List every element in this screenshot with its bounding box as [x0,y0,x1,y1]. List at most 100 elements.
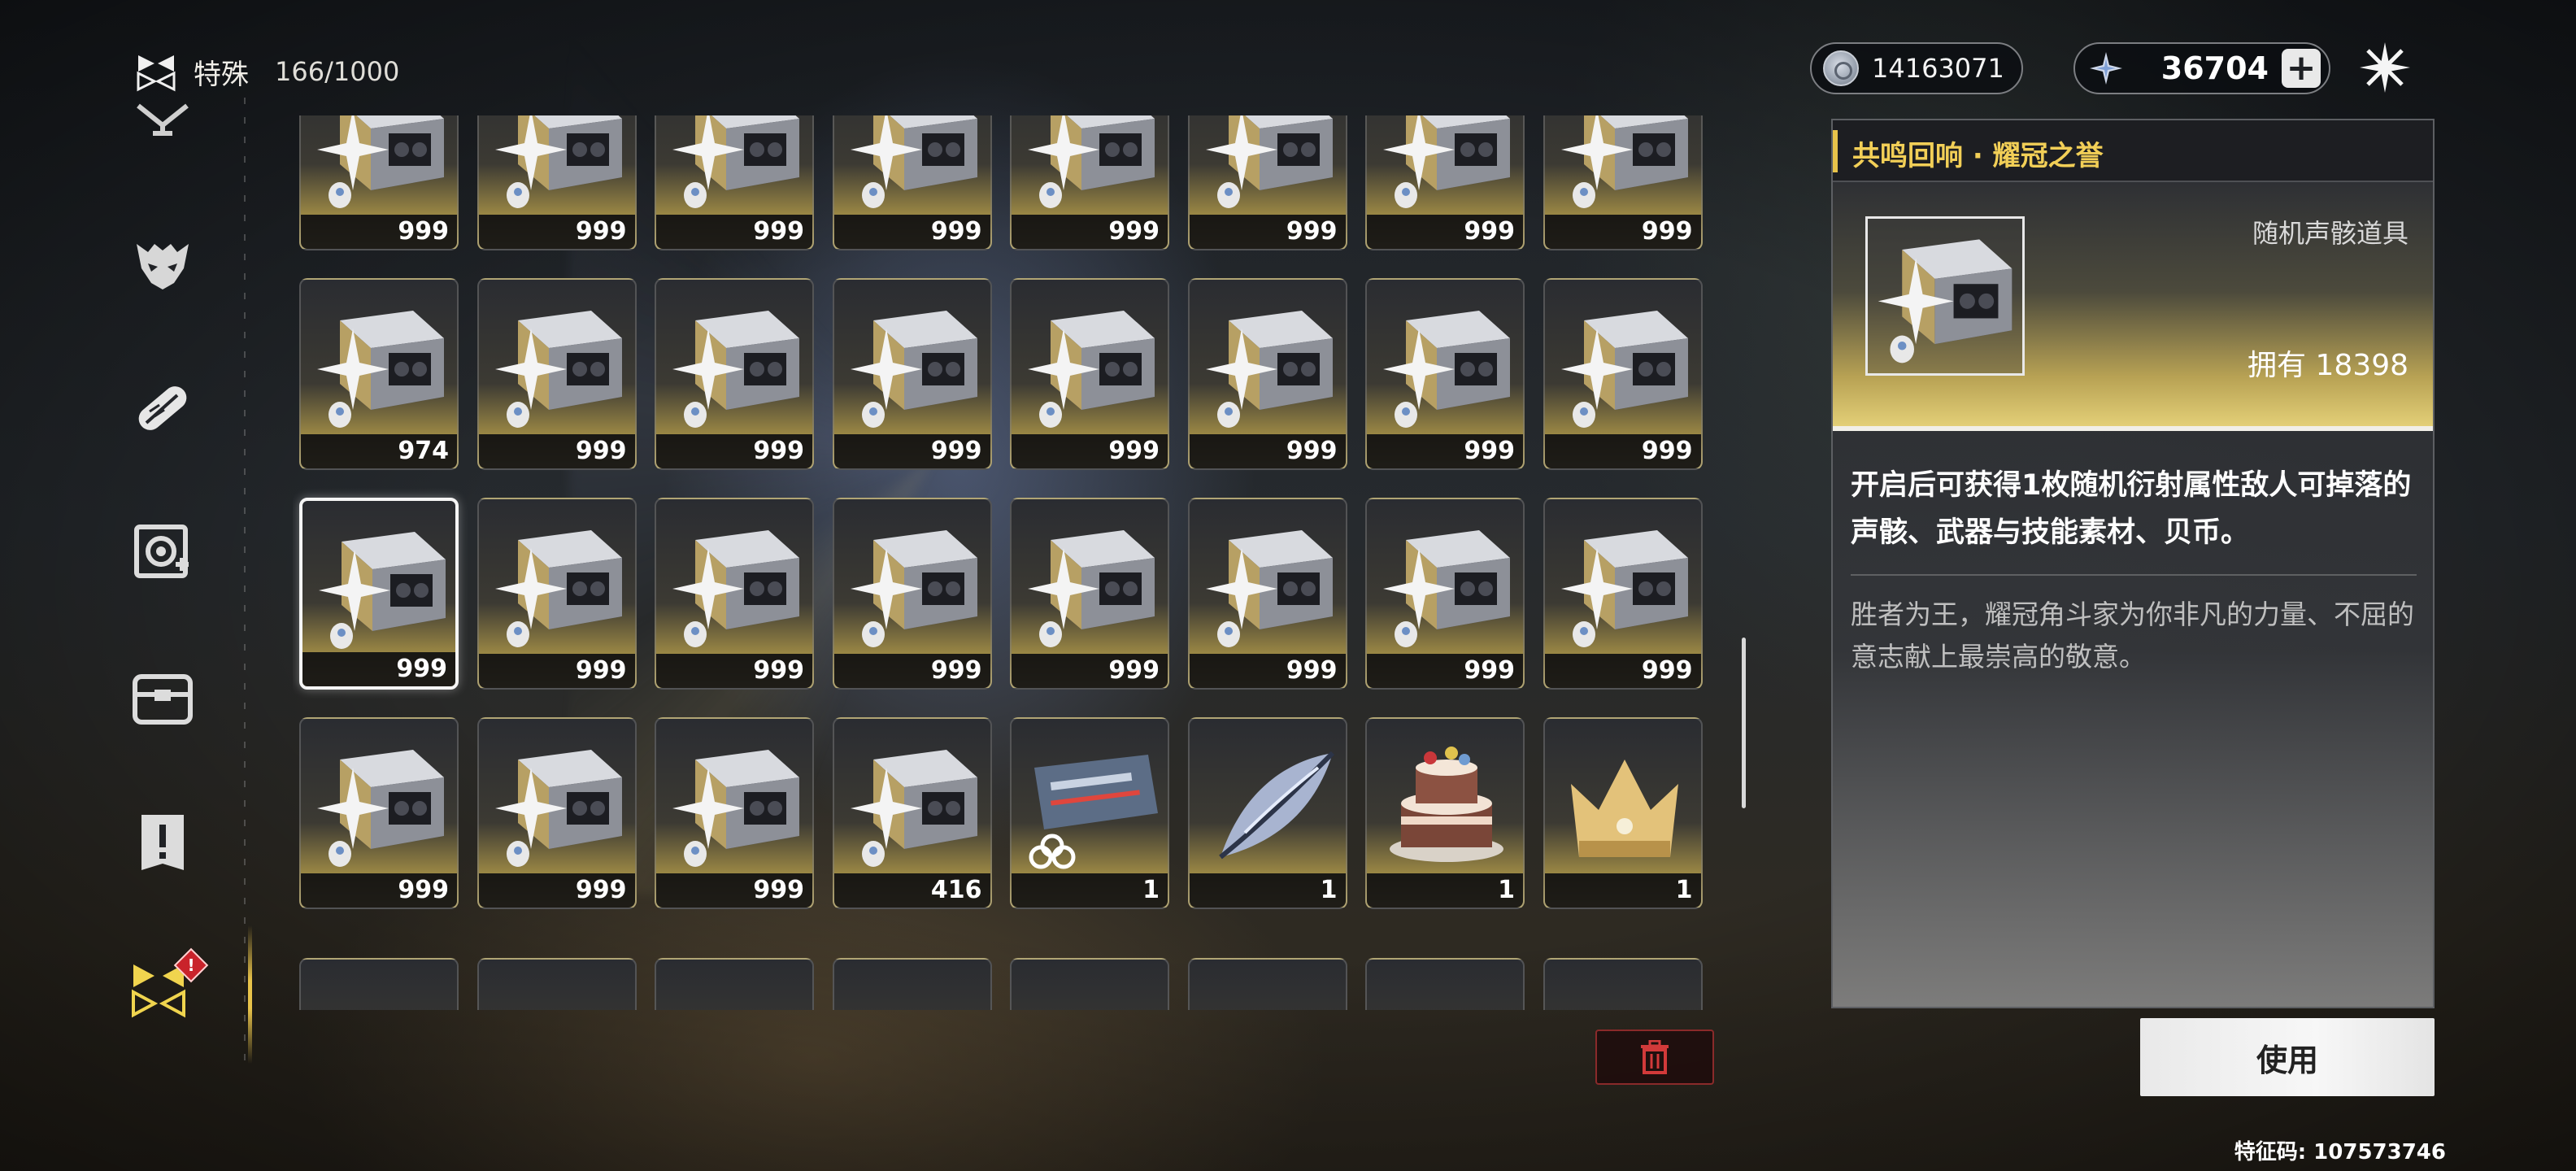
echo-crate-icon [850,311,977,428]
echo-crate-icon [1205,530,1333,647]
inventory-item-slot[interactable]: 999 [832,278,992,470]
item-quantity: 1 [1498,876,1515,904]
astrite-star-icon [2090,52,2122,85]
detail-title-bar: 共鸣回响 · 耀冠之誉 [1833,120,2433,182]
astrite-value: 36704 [2160,50,2269,86]
item-quantity: 999 [575,437,627,465]
inventory-item-slot[interactable]: 999 [476,717,637,909]
inventory-item-slot[interactable]: 1 [1543,717,1703,909]
weapon-icon [137,103,189,136]
sidebar-item-echoes[interactable] [125,228,200,303]
inventory-item-slot[interactable]: 999 [299,115,459,250]
inventory-item-slot[interactable]: 999 [832,498,992,690]
inventory-item-slot[interactable]: 1 [1187,717,1347,909]
inventory-item-slot[interactable]: 999 [655,115,814,250]
inventory-item-slot[interactable]: 999 [1010,115,1169,250]
inventory-item-slot[interactable]: 999 [476,115,637,250]
inventory-item-slot[interactable]: 999 [299,498,459,690]
quest-item-icon [141,815,184,870]
inventory-item-slot[interactable]: 1 [1010,717,1169,909]
item-quantity: 999 [1641,437,1693,465]
inventory-item-slot[interactable]: 974 [299,278,459,470]
inventory-item-slot[interactable] [1187,958,1347,1010]
sidebar-item-supplies[interactable] [125,660,200,735]
inventory-item-slot[interactable]: 999 [655,498,814,690]
echo-crate-icon [672,750,799,867]
inventory-item-slot[interactable]: 1 [1365,717,1525,909]
inventory-item-slot[interactable]: 999 [1010,278,1169,470]
item-quantity: 999 [1286,656,1338,685]
inventory-item-slot[interactable] [299,958,459,1010]
echo-box-icon [137,55,176,92]
inventory-item-slot[interactable]: 999 [655,278,814,470]
item-quantity: 1 [1320,876,1338,904]
echo-crate-icon [1205,115,1333,208]
figurine-icon [1018,976,1164,1010]
inventory-category-header: 特殊 166/1000 [133,47,399,96]
orb-icon [841,976,987,1010]
item-quantity: 416 [930,876,982,904]
item-name: 共鸣回响 · 耀冠之誉 [1852,140,2104,172]
inventory-item-slot[interactable]: 999 [1543,115,1703,250]
category-name: 特殊 [194,58,249,91]
item-quantity: 999 [753,437,804,465]
echo-crate-icon [1383,115,1510,208]
inventory-item-slot[interactable] [1365,958,1525,1010]
sidebar-item-consumables[interactable] [125,371,200,446]
echo-crate-icon [317,115,444,208]
plank-icon [1373,976,1520,1010]
echo-crate-icon [317,311,444,428]
shell-credit-display[interactable]: 14163071 [1810,42,2023,94]
echo-crate-icon [1878,239,2012,363]
add-astrite-button[interactable]: + [2282,49,2321,88]
item-grid-viewport[interactable]: 999 999 999 999 999 999 999 999 974 999 … [293,115,1716,1010]
item-quantity: 999 [1464,656,1515,685]
use-button[interactable]: 使用 [2140,1018,2435,1096]
inventory-item-slot[interactable]: 999 [476,278,637,470]
item-quantity: 999 [1286,217,1338,246]
sidebar-item-weapons[interactable] [125,103,200,155]
inventory-item-slot[interactable]: 999 [1543,278,1703,470]
inventory-item-slot[interactable]: 999 [1543,498,1703,690]
sidebar-active-indicator [248,925,252,1064]
inventory-item-slot[interactable]: 999 [476,498,637,690]
item-quantity: 999 [1464,217,1515,246]
inventory-item-slot[interactable]: 999 [1187,498,1347,690]
disc-icon [1551,976,1698,1010]
astrite-display[interactable]: 36704 + [2073,42,2330,94]
supply-chest-icon [133,674,193,725]
inventory-item-slot[interactable]: 999 [1187,278,1347,470]
echo-crate-icon [494,530,622,647]
inventory-item-slot[interactable] [1010,958,1169,1010]
item-quantity: 999 [930,437,982,465]
inventory-item-slot[interactable]: 999 [1187,115,1347,250]
inventory-item-slot[interactable] [655,958,814,1010]
inventory-item-slot[interactable]: 999 [299,717,459,909]
inventory-item-slot[interactable]: 999 [1365,498,1525,690]
inventory-item-slot[interactable] [1543,958,1703,1010]
item-quantity: 999 [930,656,982,685]
inventory-item-slot[interactable]: 999 [655,717,814,909]
inventory-item-slot[interactable]: 999 [1365,278,1525,470]
inventory-item-slot[interactable]: 999 [1010,498,1169,690]
owned-count: 拥有 18398 [2247,349,2408,382]
grid-scrollbar[interactable] [1742,638,1746,808]
discard-button[interactable] [1595,1030,1714,1085]
sidebar-item-special[interactable]: ! [125,947,209,1026]
inventory-item-slot[interactable]: 999 [1365,115,1525,250]
inventory-item-slot[interactable]: 416 [832,717,992,909]
inventory-item-slot[interactable] [476,958,637,1010]
item-detail-panel: 共鸣回响 · 耀冠之誉 随机声骸道具 拥有 18398 开启后可获得1枚随机衍射… [1831,119,2435,1008]
header-divider [1833,426,2433,431]
inventory-item-slot[interactable] [832,958,992,1010]
sidebar-item-quest[interactable] [125,805,200,880]
capsule-icon [138,386,187,430]
item-quantity: 999 [1641,656,1693,685]
echo-crate-icon [1560,311,1688,428]
echo-crate-icon [1560,530,1688,647]
scroll-icon [307,976,454,1010]
inventory-item-slot[interactable]: 999 [832,115,992,250]
sidebar-item-materials[interactable] [125,514,200,589]
echo-mask-icon [137,244,189,289]
close-star-icon[interactable] [2356,39,2413,96]
